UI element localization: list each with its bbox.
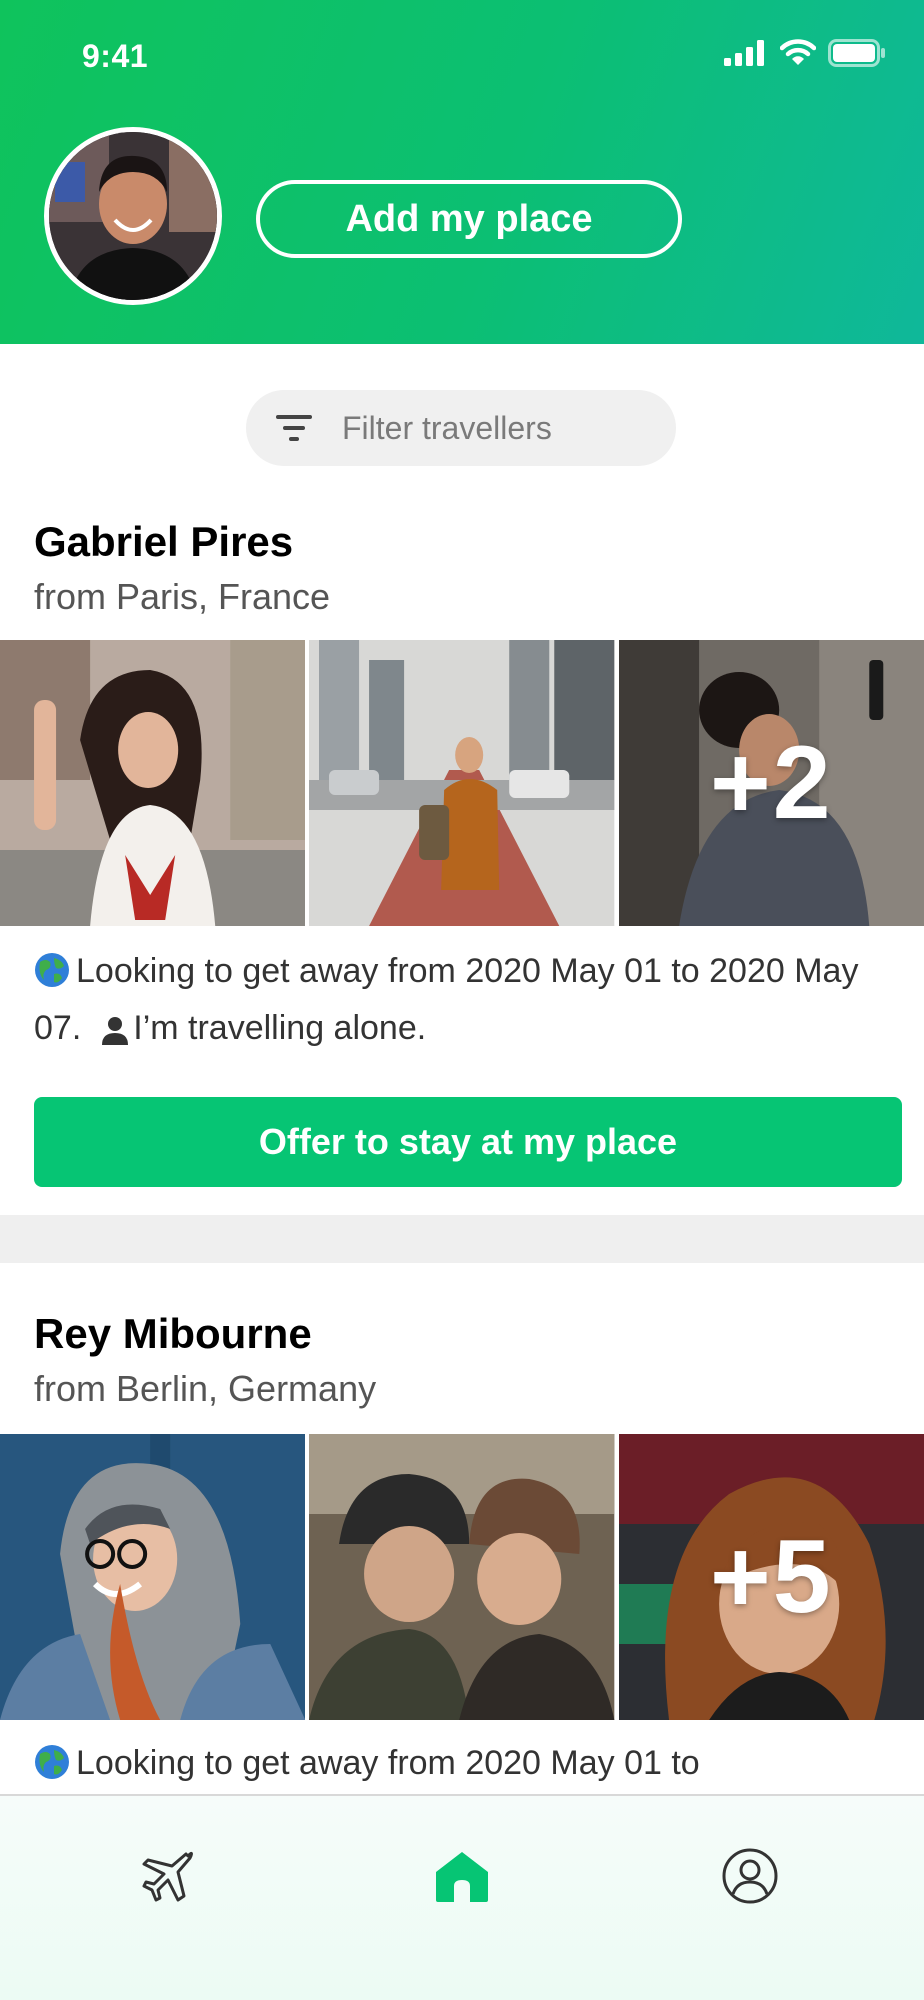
traveller-photo[interactable] [309,1434,615,1720]
trip-description: Looking to get away from 2020 May 01 to … [34,946,874,1060]
traveller-photo-more[interactable]: +5 [618,1434,924,1720]
photo-row: +2 [0,640,924,926]
trip-dates: Looking to get away from 2020 May 01 to [76,1744,700,1782]
traveller-name[interactable]: Gabriel Pires [34,518,293,566]
globe-icon [34,1744,70,1795]
filter-travellers-button[interactable]: Filter travellers [246,390,676,466]
signal-icon [724,39,768,71]
more-photos-count: +5 [710,1518,833,1635]
avatar[interactable] [44,127,222,305]
status-time: 9:41 [82,38,149,74]
offer-stay-button[interactable]: Offer to stay at my place [34,1097,902,1187]
battery-icon [828,38,886,72]
globe-icon [34,952,70,1003]
person-icon [101,1009,129,1060]
traveller-photo[interactable] [309,640,615,926]
travel-companions: I’m travelling alone. [133,1009,427,1047]
card-separator [0,1215,924,1263]
header: 9:41 Add my place [0,0,924,344]
filter-label: Filter travellers [342,409,552,446]
photo-row: +5 [0,1434,924,1720]
more-photos-count: +2 [710,724,833,841]
bottom-navigation [0,1794,924,2000]
traveller-photo[interactable] [0,1434,306,1720]
wifi-icon [779,38,817,72]
plane-icon[interactable] [138,1846,198,1906]
trip-description: Looking to get away from 2020 May 01 to [34,1738,874,1795]
traveller-origin: from Berlin, Germany [34,1368,377,1409]
profile-icon[interactable] [720,1846,780,1906]
home-icon[interactable] [432,1846,492,1906]
traveller-photo[interactable] [0,640,306,926]
status-icons [724,38,886,72]
filter-icon [276,415,312,441]
traveller-origin: from Paris, France [34,576,331,617]
traveller-photo-more[interactable]: +2 [618,640,924,926]
traveller-name[interactable]: Rey Mibourne [34,1310,312,1358]
add-my-place-button[interactable]: Add my place [256,180,682,258]
